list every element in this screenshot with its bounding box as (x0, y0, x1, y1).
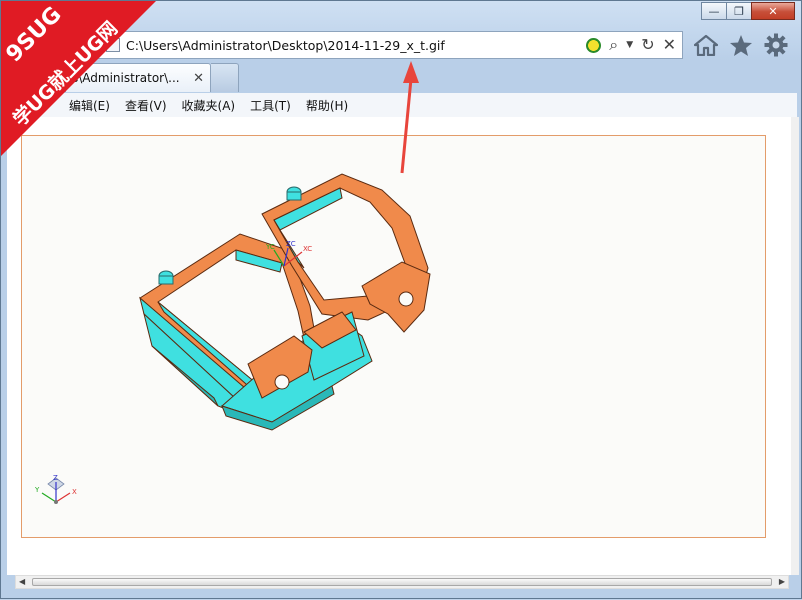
watermark-logo: 9SUG 学UG就上UG网 (1, 1, 156, 156)
close-icon[interactable]: ✕ (663, 37, 676, 53)
address-url[interactable]: C:\Users\Administrator\Desktop\2014-11-2… (126, 38, 586, 53)
triad-label-y: YC (265, 243, 275, 251)
cad-model-drawing: XC YC ZC X Y Z (34, 173, 431, 504)
browser-window: — ❐ ✕ C:\Users\Administrator\Desktop\201… (0, 0, 802, 599)
menu-tools[interactable]: 工具(T) (250, 97, 291, 114)
displayed-image: XC YC ZC X Y Z (21, 135, 766, 538)
compatibility-view-icon[interactable] (586, 37, 602, 53)
home-icon[interactable] (693, 32, 719, 58)
star-icon[interactable] (728, 32, 754, 58)
search-icon[interactable]: ⌕ (609, 37, 618, 53)
menu-help[interactable]: 帮助(H) (306, 97, 348, 114)
refresh-icon[interactable]: ↻ (641, 37, 654, 53)
minimize-button[interactable]: — (701, 2, 727, 20)
scroll-left-icon[interactable]: ◀ (19, 577, 25, 586)
corner-triad-z: Z (53, 474, 58, 482)
address-tools: ⌕ ▼ ↻ ✕ (586, 37, 682, 53)
browser-toolbar (693, 32, 789, 58)
corner-triad-y: Y (34, 486, 40, 494)
triad-label-z: ZC (286, 240, 296, 248)
address-bar[interactable]: C:\Users\Administrator\Desktop\2014-11-2… (97, 31, 683, 59)
scroll-thumb[interactable] (32, 578, 772, 586)
tab-close-button[interactable]: ✕ (193, 71, 204, 86)
scroll-right-icon[interactable]: ▶ (779, 577, 785, 586)
corner-triad-x: X (72, 488, 77, 496)
new-tab-button[interactable] (211, 63, 239, 92)
vertical-scrollbar[interactable] (791, 117, 799, 575)
restore-button[interactable]: ❐ (726, 2, 752, 20)
close-window-button[interactable]: ✕ (751, 2, 795, 20)
page-content: XC YC ZC X Y Z (7, 117, 791, 575)
horizontal-scrollbar[interactable]: ◀ ▶ (15, 575, 789, 589)
menu-favorites[interactable]: 收藏夹(A) (182, 97, 236, 114)
chevron-down-icon[interactable]: ▼ (626, 40, 633, 50)
triad-label-x: XC (303, 245, 312, 253)
gear-icon[interactable] (763, 32, 789, 58)
window-controls: — ❐ ✕ (701, 2, 795, 20)
